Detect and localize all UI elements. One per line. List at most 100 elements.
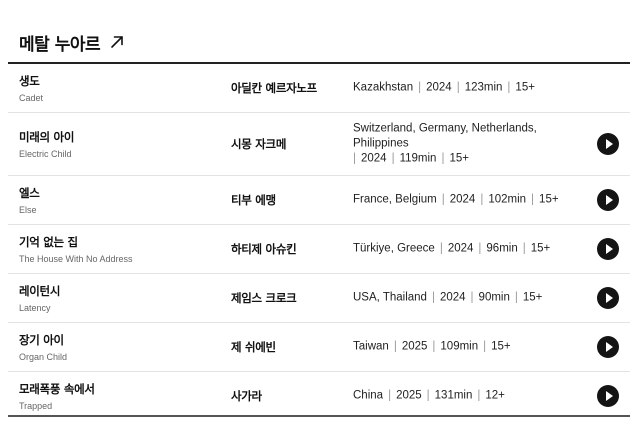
film-year: 2024 (447, 242, 474, 255)
film-rating: 15+ (491, 340, 511, 353)
film-title-ko: 레이턴시 (19, 284, 61, 298)
film-title: 엘스 Else (19, 185, 40, 215)
separator: | (441, 152, 445, 165)
film-rating: 15+ (522, 291, 543, 304)
film-list: 생도 Cadet 아딜칸 예르자노프 Kazakhstan | 2024 | 123mi… (8, 64, 630, 420)
separator: | (393, 340, 397, 353)
film-year: 2024 (361, 152, 387, 165)
film-info: Switzerland, Germany, Netherlands, Phili… (353, 122, 581, 167)
play-button[interactable] (597, 336, 619, 358)
film-info: Taiwan | 2025 | 109min | 15+ (353, 340, 581, 355)
film-director: 티부 에맹 (231, 193, 276, 207)
film-director: 제 쉬에빈 (231, 340, 276, 354)
film-title-ko: 기억 없는 집 (19, 235, 78, 249)
film-title: 생도 Cadet (19, 73, 43, 103)
film-runtime: 123min (464, 81, 503, 94)
separator: | (391, 152, 395, 165)
film-director: 아딜칸 예르자노프 (231, 81, 317, 95)
film-director: 시몽 자크메 (231, 137, 287, 151)
separator: | (514, 291, 518, 304)
separator: | (388, 389, 392, 402)
separator: | (507, 81, 511, 94)
film-info: China | 2025 | 131min | 12+ (353, 389, 581, 404)
arrow-up-right-icon[interactable] (110, 35, 124, 49)
play-button[interactable] (597, 133, 619, 155)
bottom-divider (8, 415, 630, 417)
film-title-en: Else (19, 205, 37, 215)
film-runtime: 102min (488, 193, 527, 206)
film-title: 기억 없는 집 The House With No Address (19, 234, 133, 264)
film-title: 모래폭풍 속에서 Trapped (19, 381, 95, 411)
film-info: France, Belgium | 2024 | 102min | 15+ (353, 193, 581, 208)
film-countries: China (353, 389, 384, 402)
film-info: Türkiye, Greece | 2024 | 96min | 15+ (353, 242, 581, 257)
separator: | (431, 291, 435, 304)
section-header: 메탈 누아르 (19, 30, 124, 55)
separator: | (522, 242, 526, 255)
film-countries: Kazakhstan (353, 81, 414, 94)
film-year: 2024 (439, 291, 466, 304)
play-icon (605, 244, 613, 254)
film-rating: 12+ (485, 389, 505, 402)
play-button[interactable] (597, 238, 619, 260)
film-year: 2024 (449, 193, 476, 206)
film-year: 2025 (401, 340, 428, 353)
film-title-ko: 모래폭풍 속에서 (19, 382, 95, 396)
film-countries: Switzerland, Germany, Netherlands, Phili… (353, 122, 537, 150)
film-runtime: 109min (440, 340, 479, 353)
play-button[interactable] (597, 287, 619, 309)
film-countries: Taiwan (353, 340, 389, 353)
film-info: Kazakhstan | 2024 | 123min | 15+ (353, 81, 581, 96)
film-director: 하티제 아슈킨 (231, 242, 297, 256)
film-title-en: Trapped (19, 401, 53, 411)
film-title: 미래의 아이 Electric Child (19, 129, 74, 159)
film-title-ko: 장기 아이 (19, 333, 64, 347)
film-title-en: Electric Child (19, 149, 72, 159)
film-row: 미래의 아이 Electric Child 시몽 자크메 Switzerland… (8, 113, 630, 176)
film-year: 2024 (426, 81, 452, 94)
separator: | (531, 193, 535, 206)
separator: | (426, 389, 430, 402)
film-rating: 15+ (539, 193, 559, 206)
separator: | (477, 389, 481, 402)
film-row: 장기 아이 Organ Child 제 쉬에빈 Taiwan | 2025 | 109m… (8, 323, 630, 372)
film-rating: 15+ (449, 152, 469, 165)
separator: | (470, 291, 474, 304)
play-icon (605, 195, 613, 205)
film-rating: 15+ (530, 242, 551, 255)
separator: | (432, 340, 436, 353)
play-button[interactable] (597, 189, 619, 211)
separator: | (478, 242, 482, 255)
film-rating: 15+ (515, 81, 535, 94)
film-runtime: 131min (434, 389, 473, 402)
film-countries: France, Belgium (353, 193, 437, 206)
separator: | (483, 340, 487, 353)
separator: | (353, 152, 356, 165)
separator: | (441, 193, 445, 206)
film-countries: USA, Thailand (353, 291, 427, 304)
film-countries: Türkiye, Greece (353, 242, 435, 255)
film-title-en: Latency (19, 303, 51, 313)
film-title-en: Cadet (19, 93, 44, 103)
film-title-ko: 엘스 (19, 186, 40, 200)
play-icon (605, 293, 613, 303)
film-row: 생도 Cadet 아딜칸 예르자노프 Kazakhstan | 2024 | 123mi… (8, 64, 630, 113)
section-title: 메탈 누아르 (19, 34, 101, 55)
film-title: 레이턴시 Latency (19, 283, 60, 313)
film-title-en: The House With No Address (19, 254, 133, 264)
separator: | (456, 81, 460, 94)
film-director: 사가라 (231, 389, 262, 403)
film-runtime: 96min (486, 242, 518, 255)
play-icon (605, 391, 613, 401)
play-icon (605, 342, 613, 352)
film-year: 2025 (396, 389, 422, 402)
film-row: 기억 없는 집 The House With No Address 하티제 아슈… (8, 225, 630, 274)
film-row: 레이턴시 Latency 제임스 크로크 USA, Thailand | 2024 |… (8, 274, 630, 323)
film-director: 제임스 크로크 (231, 291, 297, 305)
film-runtime: 90min (478, 291, 510, 304)
play-button[interactable] (597, 385, 619, 407)
film-title-ko: 생도 (19, 74, 40, 88)
film-title-ko: 미래의 아이 (19, 130, 75, 144)
film-title-en: Organ Child (19, 352, 68, 362)
play-icon (605, 139, 613, 149)
